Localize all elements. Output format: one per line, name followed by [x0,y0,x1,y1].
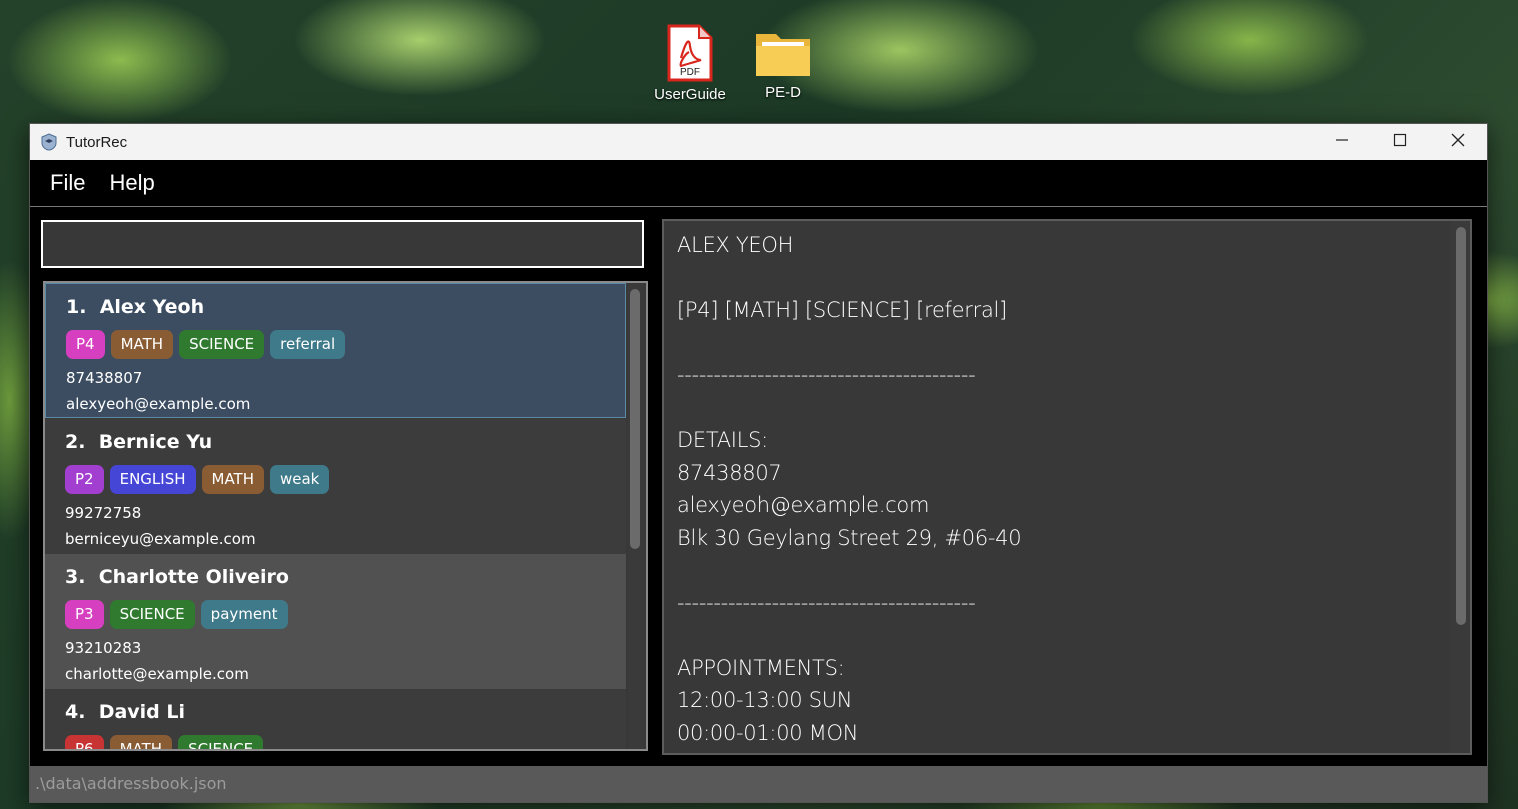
desktop-icon-label: UserGuide [654,86,726,103]
tag: SCIENCE [179,330,265,359]
tag: SCIENCE [109,600,195,629]
command-box[interactable] [41,220,644,268]
tag-list: P6 MATH SCIENCE [65,735,626,749]
tag: MATH [201,465,264,494]
tag: referral [270,330,346,359]
tag-list: P4 MATH SCIENCE referral [66,330,625,360]
detail-line: ALEX YEOH [677,233,794,257]
tag: P2 [65,465,104,494]
tag-list: P2 ENGLISH MATH weak [65,465,626,495]
detail-line: alexyeoh@example.com [677,493,930,517]
tag: payment [200,600,288,629]
person-card[interactable]: 1. Alex Yeoh P4 MATH SCIENCE referral 87… [45,283,626,418]
tag: weak [269,465,330,494]
detail-line: DETAILS: [677,428,768,452]
person-name: 4. David Li [65,699,626,727]
detail-line [677,327,1470,360]
detail-line: 12:00-13:00 SUN [677,688,853,712]
menu-help[interactable]: Help [109,170,154,196]
detail-scrollbar-thumb[interactable] [1456,227,1466,625]
person-card[interactable]: 2. Bernice Yu P2 ENGLISH MATH weak 99272… [45,419,626,554]
person-card[interactable]: 4. David Li P6 MATH SCIENCE [45,689,626,749]
tag: P3 [65,600,104,629]
pdf-badge-text: PDF [680,67,700,78]
maximize-button[interactable] [1371,124,1429,160]
person-name-text: David Li [98,701,186,723]
person-card[interactable]: 3. Charlotte Oliveiro P3 SCIENCE payment… [45,554,626,689]
minimize-button[interactable] [1313,124,1371,160]
person-email: charlotte@example.com [65,665,249,683]
person-name-text: Charlotte Oliveiro [98,566,289,588]
close-icon [1451,133,1465,151]
tag: ENGLISH [109,465,196,494]
desktop-icon-label: PE-D [765,84,801,101]
desktop-icon-userguide[interactable]: PDF UserGuide [645,24,735,103]
person-email: berniceyu@example.com [65,530,256,548]
person-index: 4. [65,701,86,723]
person-index: 1. [66,296,87,318]
window-title: TutorRec [66,133,128,151]
detail-line: 87438807 [677,460,782,485]
detail-line: APPOINTMENTS: [677,655,845,680]
detail-line: [P4] [MATH] [SCIENCE] [referral] [677,298,1007,322]
title-bar[interactable]: TutorRec [30,124,1487,160]
tag: MATH [109,735,173,749]
detail-line: ----------------------------------------… [677,590,976,615]
detail-line: 00:00-01:00 MON [677,720,859,745]
person-name: 1. Alex Yeoh [66,294,625,322]
tag: P4 [66,330,105,359]
tag: SCIENCE [178,735,264,749]
main-content: 1. Alex Yeoh P4 MATH SCIENCE referral 87… [30,207,1487,760]
person-name: 2. Bernice Yu [65,429,626,457]
tag: P6 [65,735,104,749]
person-phone: 99272758 [65,504,142,522]
app-window: TutorRec File Help 1. Alex Yeoh P4 MATH … [29,123,1488,803]
person-email: alexyeoh@example.com [66,395,251,413]
tag-list: P3 SCIENCE payment [65,600,626,630]
folder-icon [754,28,812,80]
app-logo-icon [40,133,58,151]
minimize-icon [1335,133,1349,151]
detail-line [677,554,1470,587]
close-button[interactable] [1429,124,1487,160]
person-phone: 87438807 [66,369,143,387]
detail-line [677,262,1470,295]
tag: MATH [110,330,174,359]
detail-line: ----------------------------------------… [677,363,976,387]
person-name-text: Bernice Yu [98,431,213,453]
detail-line: Blk 30 Geylang Street 29, #06-40 [677,525,1022,550]
detail-text: ALEX YEOH [P4] [MATH] [SCIENCE] [referra… [664,221,1470,749]
person-list-scrollbar-thumb[interactable] [630,289,640,549]
status-bar-path: .\data\addressbook.json [30,766,1487,802]
command-input[interactable] [43,222,642,266]
detail-line [677,619,1470,652]
menu-bar: File Help [30,160,1487,207]
person-index: 2. [65,431,86,453]
person-phone: 93210283 [65,639,142,657]
pdf-file-icon: PDF [667,24,713,82]
person-index: 3. [65,566,86,588]
detail-line [677,392,1470,425]
person-name-text: Alex Yeoh [99,296,205,318]
person-detail-panel[interactable]: ALEX YEOH [P4] [MATH] [SCIENCE] [referra… [662,219,1472,755]
person-name: 3. Charlotte Oliveiro [65,564,626,592]
person-list-panel[interactable]: 1. Alex Yeoh P4 MATH SCIENCE referral 87… [43,281,648,751]
maximize-icon [1393,133,1407,151]
menu-file[interactable]: File [50,170,85,196]
desktop-icon-ped[interactable]: PE-D [738,24,828,101]
